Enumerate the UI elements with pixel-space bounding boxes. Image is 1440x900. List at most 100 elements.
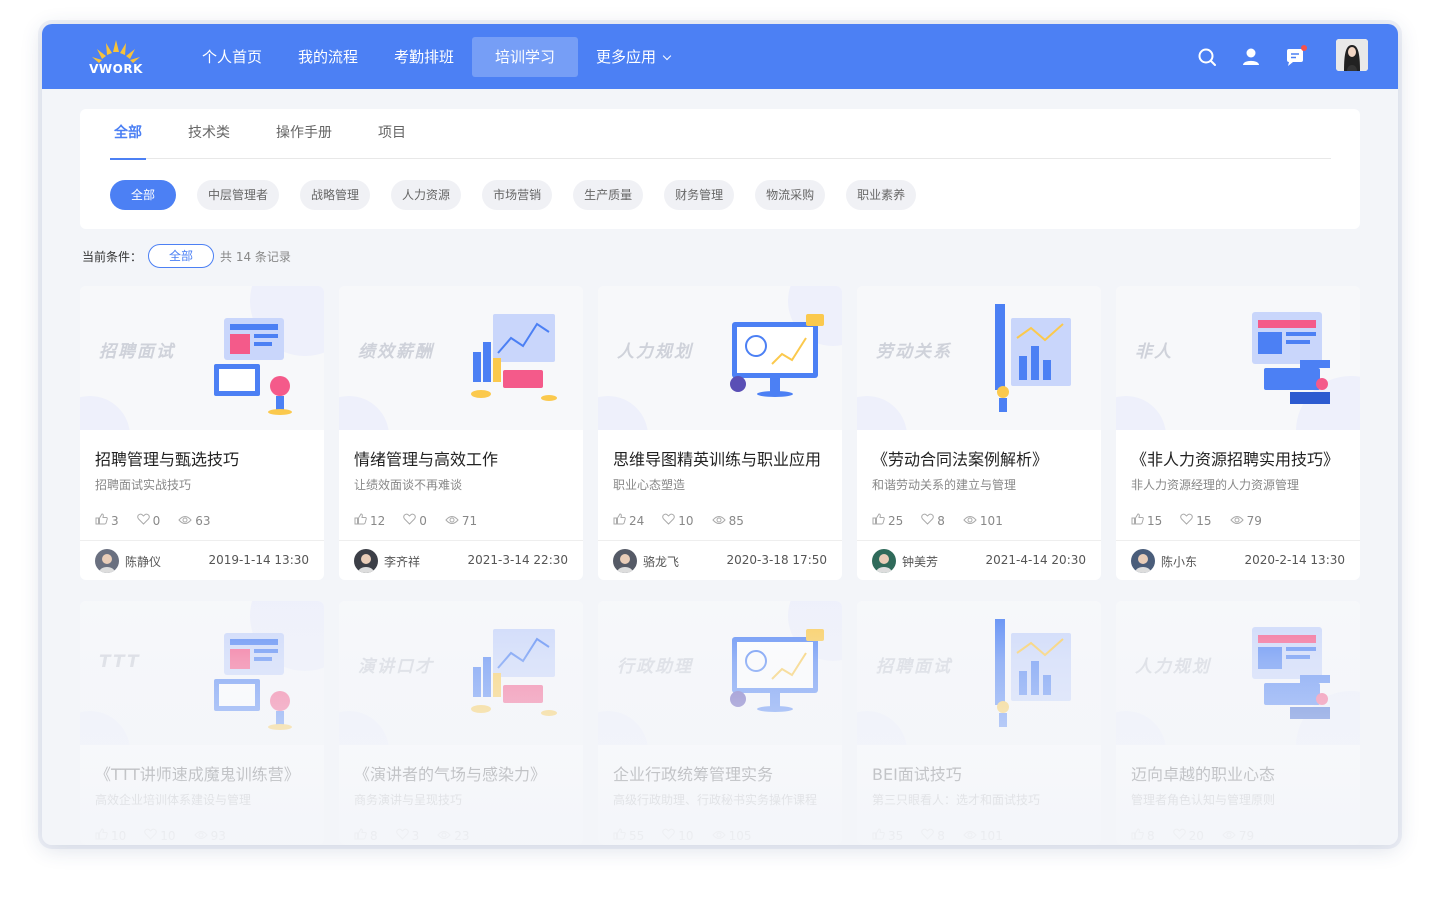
like-value: 25 [888, 513, 904, 528]
nav-item-attendance[interactable]: 考勤排班 [376, 37, 472, 77]
course-stats: 55 10 105 [613, 828, 769, 843]
thumbs-up-icon [95, 828, 111, 843]
like-count[interactable]: 24 [613, 513, 644, 528]
view-value: 105 [728, 828, 752, 843]
course-subtitle: 和谐劳动关系的建立与管理 [872, 478, 1017, 492]
course-subtitle: 非人力资源经理的人力资源管理 [1131, 478, 1300, 492]
course-illustration [995, 619, 1071, 727]
course-card[interactable]: 演讲口才 《演讲者的气场与感染力》 商务演讲与呈现技巧 8 3 23 [339, 601, 583, 845]
like-count[interactable]: 10 [95, 828, 126, 843]
thumbs-up-icon [872, 828, 888, 843]
view-count: 23 [437, 828, 470, 843]
like-count[interactable]: 12 [354, 513, 385, 528]
course-cover: 非人 [1116, 286, 1360, 430]
course-title[interactable]: 迈向卓越的职业心态 [1131, 761, 1275, 785]
like-count[interactable]: 3 [95, 513, 119, 528]
chip-logistics[interactable]: 物流采购 [755, 180, 826, 210]
course-title[interactable]: 企业行政统筹管理实务 [613, 761, 773, 785]
user-avatar[interactable] [1336, 39, 1368, 71]
nav-item-process[interactable]: 我的流程 [280, 37, 376, 77]
course-title[interactable]: 《演讲者的气场与感染力》 [354, 761, 546, 785]
user-button[interactable] [1240, 46, 1262, 68]
author-name: 李齐祥 [384, 555, 421, 569]
favorite-count[interactable]: 20 [1172, 828, 1204, 843]
course-card[interactable]: 绩效薪酬 情绪管理与高效工作 让绩效面谈不再难谈 12 0 71 李齐祥 202… [339, 286, 583, 580]
like-count[interactable]: 25 [872, 513, 903, 528]
publish-date: 2020-2-14 13:30 [1244, 553, 1346, 567]
course-title[interactable]: 情绪管理与高效工作 [354, 446, 498, 470]
favorite-count[interactable]: 0 [403, 513, 427, 528]
author-name: 陈小东 [1161, 555, 1198, 569]
course-cover: 演讲口才 [339, 601, 583, 745]
chip-strategy[interactable]: 战略管理 [300, 180, 371, 210]
author-avatar [1131, 549, 1155, 573]
favorite-count[interactable]: 10 [662, 513, 694, 528]
course-card[interactable]: 劳动关系 《劳动合同法案例解析》 和谐劳动关系的建立与管理 25 8 101 钟… [857, 286, 1101, 580]
favorite-count[interactable]: 3 [395, 828, 419, 843]
course-footer: 陈小东 2020-2-14 13:30 [1116, 540, 1360, 580]
chip-finance[interactable]: 财务管理 [664, 180, 735, 210]
course-title[interactable]: 《劳动合同法案例解析》 [872, 446, 1048, 470]
tab-manual[interactable]: 操作手册 [276, 109, 332, 159]
like-value: 8 [370, 828, 378, 843]
favorite-value: 8 [937, 513, 945, 528]
course-card[interactable]: 行政助理 企业行政统筹管理实务 高级行政助理、行政秘书实务操作课程 55 10 … [598, 601, 842, 845]
like-value: 55 [629, 828, 645, 843]
like-count[interactable]: 55 [613, 828, 644, 843]
tab-technical[interactable]: 技术类 [188, 109, 230, 159]
chip-professionalism[interactable]: 职业素养 [846, 180, 917, 210]
header-actions [1174, 39, 1368, 73]
like-count[interactable]: 35 [872, 828, 903, 843]
course-illustration [214, 318, 292, 415]
like-count[interactable]: 15 [1131, 513, 1162, 528]
course-card[interactable]: 招聘面试 BEI面试技巧 第三只眼看人：选才和面试技巧 35 8 101 [857, 601, 1101, 845]
condition-chip[interactable]: 全部 [148, 244, 215, 268]
course-stats: 25 8 101 [872, 513, 1021, 528]
favorite-count[interactable]: 0 [136, 513, 160, 528]
favorite-count[interactable]: 15 [1180, 513, 1212, 528]
course-illustration [730, 629, 824, 712]
favorite-count[interactable]: 8 [921, 513, 945, 528]
heart-icon [1172, 828, 1189, 843]
like-count[interactable]: 8 [1131, 828, 1155, 843]
tab-all[interactable]: 全部 [110, 109, 146, 160]
heart-icon [136, 513, 153, 528]
app-window: VWORK 个人首页 我的流程 考勤排班 培训学习 更多应用 全部 技术类 操作… [42, 24, 1398, 845]
author-name: 骆龙飞 [643, 555, 680, 569]
chip-marketing[interactable]: 市场营销 [482, 180, 553, 210]
course-title[interactable]: 招聘管理与甄选技巧 [95, 446, 239, 470]
nav-item-training[interactable]: 培训学习 [472, 37, 579, 77]
course-title[interactable]: 《TTT讲师速成魔鬼训练营》 [95, 761, 300, 785]
nav-item-label: 更多应用 [596, 48, 657, 66]
course-title[interactable]: 《非人力资源招聘实用技巧》 [1131, 446, 1339, 470]
like-count[interactable]: 8 [354, 828, 378, 843]
course-illustration [730, 314, 824, 397]
chip-middle-managers[interactable]: 中层管理者 [197, 180, 280, 210]
course-stats: 24 10 85 [613, 513, 762, 528]
nav-item-more-apps[interactable]: 更多应用 [578, 37, 688, 77]
course-category: 招聘面试 [99, 342, 175, 362]
course-card[interactable]: TTT 《TTT讲师速成魔鬼训练营》 高效企业培训体系建设与管理 10 10 9… [80, 601, 324, 845]
message-button[interactable] [1284, 45, 1307, 68]
favorite-count[interactable]: 10 [144, 828, 176, 843]
heart-icon [921, 828, 937, 843]
tab-project[interactable]: 项目 [378, 109, 406, 159]
course-card[interactable]: 人力规划 迈向卓越的职业心态 管理者角色认知与管理原则 8 20 79 [1116, 601, 1360, 845]
thumbs-up-icon [613, 828, 629, 843]
course-card[interactable]: 招聘面试 招聘管理与甄选技巧 招聘面试实战技巧 3 0 63 陈静仪 2019-… [80, 286, 324, 580]
course-card[interactable]: 人力规划 思维导图精英训练与职业应用 职业心态塑造 24 10 85 骆龙飞 2… [598, 286, 842, 580]
view-count: 63 [178, 513, 211, 528]
search-button[interactable] [1196, 46, 1218, 68]
favorite-count[interactable]: 8 [921, 828, 945, 843]
nav-item-home[interactable]: 个人首页 [184, 37, 280, 77]
chip-hr[interactable]: 人力资源 [391, 180, 462, 210]
course-title[interactable]: 思维导图精英训练与职业应用 [613, 446, 821, 470]
course-card[interactable]: 非人 《非人力资源招聘实用技巧》 非人力资源经理的人力资源管理 15 15 79… [1116, 286, 1360, 580]
favorite-value: 0 [419, 513, 427, 528]
favorite-count[interactable]: 10 [662, 828, 694, 843]
course-title[interactable]: BEI面试技巧 [872, 761, 962, 785]
view-count: 93 [193, 828, 226, 843]
search-icon [1198, 48, 1216, 66]
chip-all[interactable]: 全部 [110, 180, 177, 210]
chip-production[interactable]: 生产质量 [573, 180, 644, 210]
